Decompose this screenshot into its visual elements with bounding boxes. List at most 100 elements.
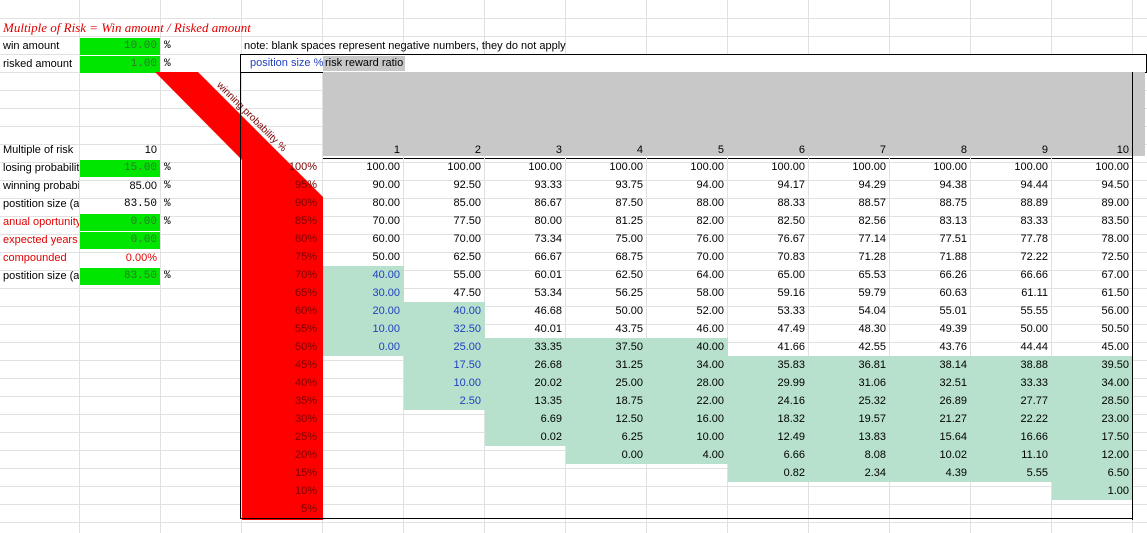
column-header: 3 <box>485 141 565 159</box>
table-cell: 2.50 <box>404 392 485 410</box>
row-header: 30% <box>294 413 317 425</box>
param-label: compounded <box>3 252 67 264</box>
table-cell <box>323 446 404 464</box>
table-cell: 27.77 <box>971 392 1052 410</box>
table-cell <box>404 446 485 464</box>
table-cell <box>404 482 485 500</box>
row-header: 20% <box>294 449 317 461</box>
row-header: 45% <box>294 359 317 371</box>
table-cell: 88.75 <box>939 197 967 209</box>
table-cell: 88.57 <box>858 197 886 209</box>
table-cell: 40.00 <box>323 266 404 284</box>
table-cell: 88.89 <box>1020 197 1048 209</box>
table-cell: 100.00 <box>690 161 724 173</box>
table-cell: 10.00 <box>404 374 485 392</box>
column-header: 5 <box>647 141 727 159</box>
table-cell: 75.00 <box>615 233 643 245</box>
table-cell: 70.00 <box>372 215 400 227</box>
table-cell: 32.50 <box>404 320 485 338</box>
table-cell: 29.99 <box>728 374 809 392</box>
table-cell: 77.50 <box>453 215 481 227</box>
table-cell: 65.00 <box>777 269 805 281</box>
table-cell: 8.08 <box>809 446 890 464</box>
table-cell: 39.50 <box>1052 356 1133 374</box>
table-cell: 100.00 <box>852 161 886 173</box>
table-cell <box>566 500 647 518</box>
table-cell: 10.00 <box>323 320 404 338</box>
table-cell: 46.68 <box>534 305 562 317</box>
table-cell <box>323 482 404 500</box>
table-cell: 23.00 <box>1052 410 1133 428</box>
table-cell: 100.00 <box>1095 161 1129 173</box>
table-cell: 35.83 <box>728 356 809 374</box>
table-cell: 38.14 <box>890 356 971 374</box>
table-cell: 0.00 <box>323 338 404 356</box>
table-cell: 48.30 <box>858 323 886 335</box>
table-cell: 12.00 <box>1052 446 1133 464</box>
table-cell: 100.00 <box>366 161 400 173</box>
table-cell: 71.88 <box>939 251 967 263</box>
table-cell: 62.50 <box>615 269 643 281</box>
param-value-7[interactable]: 83.50 <box>80 268 160 285</box>
table-cell <box>647 500 728 518</box>
table-cell <box>566 482 647 500</box>
row-header: 75% <box>294 251 317 263</box>
tab-risk-reward-ratio[interactable]: risk reward ratio <box>323 56 406 71</box>
table-cell: 34.00 <box>647 356 728 374</box>
table-cell: 94.17 <box>777 179 805 191</box>
table-cell: 28.00 <box>647 374 728 392</box>
table-cell: 30.00 <box>323 284 404 302</box>
table-cell <box>809 500 890 518</box>
table-cell: 43.76 <box>939 341 967 353</box>
param-value-5[interactable]: 0.00 <box>80 232 160 249</box>
table-cell: 66.66 <box>1020 269 1048 281</box>
table-cell <box>647 464 728 482</box>
table-cell <box>323 410 404 428</box>
tab-position-size[interactable]: position size % <box>250 57 323 69</box>
table-cell: 37.50 <box>566 338 647 356</box>
input-label: win amount <box>3 40 60 52</box>
row-header: 50% <box>294 341 317 353</box>
table-cell: 82.50 <box>777 215 805 227</box>
input-field-1[interactable]: 1.00 <box>80 56 160 73</box>
row-header: 100% <box>288 161 317 173</box>
param-value-4[interactable]: 0.00 <box>80 214 160 231</box>
table-cell: 50.00 <box>372 251 400 263</box>
input-field-0[interactable]: 10.00 <box>80 38 160 55</box>
table-cell: 21.27 <box>890 410 971 428</box>
table-cell: 88.00 <box>696 197 724 209</box>
table-cell: 47.50 <box>453 287 481 299</box>
table-cell <box>323 500 404 518</box>
table-cell <box>323 464 404 482</box>
table-cell: 80.00 <box>534 215 562 227</box>
table-cell <box>323 428 404 446</box>
table-cell: 100.00 <box>1014 161 1048 173</box>
table-cell: 2.34 <box>809 464 890 482</box>
table-cell: 60.01 <box>534 269 562 281</box>
table-cell: 25.32 <box>809 392 890 410</box>
table-cell: 90.00 <box>372 179 400 191</box>
table-right-border <box>1132 72 1133 520</box>
table-cell <box>890 500 971 518</box>
table-cell: 53.33 <box>777 305 805 317</box>
column-header: 7 <box>809 141 889 159</box>
row-header: 90% <box>294 197 317 209</box>
param-label: winning probabi <box>3 180 79 192</box>
param-value-1[interactable]: 15.00 <box>80 160 160 177</box>
table-cell: 61.50 <box>1101 287 1129 299</box>
param-value-3: 83.50 <box>123 198 157 210</box>
table-cell: 0.00 <box>566 446 647 464</box>
table-cell: 66.67 <box>534 251 562 263</box>
table-cell: 6.66 <box>728 446 809 464</box>
table-cell: 100.00 <box>771 161 805 173</box>
row-header: 35% <box>294 395 317 407</box>
param-value-6: 0.00% <box>125 252 157 264</box>
table-cell: 49.39 <box>939 323 967 335</box>
row-header: 55% <box>294 323 317 335</box>
table-cell: 100.00 <box>447 161 481 173</box>
table-cell: 15.64 <box>890 428 971 446</box>
table-cell <box>971 500 1052 518</box>
table-cell: 4.00 <box>647 446 728 464</box>
table-cell <box>485 482 566 500</box>
table-cell: 52.00 <box>696 305 724 317</box>
